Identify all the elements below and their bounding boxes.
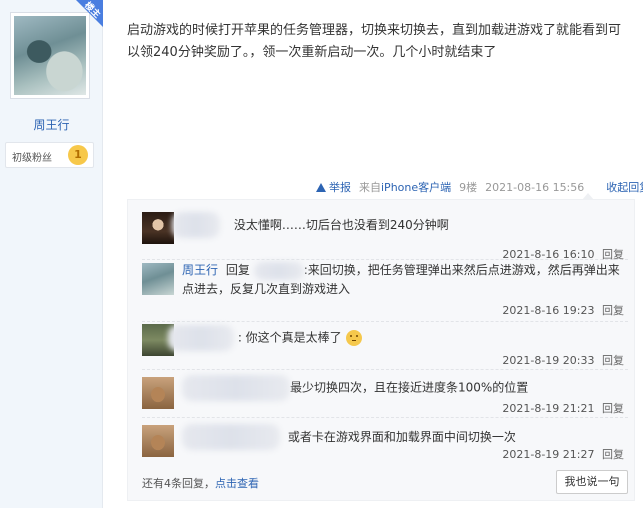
reply-body: 没太懂啊……切后台也没看到240分钟啊 [172, 212, 630, 238]
redacted-username [172, 212, 220, 238]
reply-item: 或者卡在游戏界面和加载界面中间切换一次 2021-8-19 21:27 回复 [142, 418, 628, 464]
reply-item: : 你这个真是太棒了 2021-8-19 20:33 回复 [142, 322, 628, 370]
author-sidebar: 楼主 周王行 初级粉丝 1 [0, 0, 103, 508]
reply-to-label: 回复 [225, 263, 250, 277]
smile-emoji-icon [345, 330, 362, 346]
reply-avatar[interactable] [142, 212, 174, 244]
author-level[interactable]: 初级粉丝 1 [5, 142, 94, 168]
more-replies: 还有4条回复，点击查看 [142, 475, 259, 491]
author-name[interactable]: 周王行 [0, 116, 103, 133]
reply-text: 或者卡在游戏界面和加载界面中间切换一次 [287, 429, 516, 444]
reply-body: : 你这个真是太棒了 [168, 325, 630, 351]
report-label: 举报 [329, 181, 351, 194]
redacted-username [182, 424, 280, 450]
redacted-username [168, 325, 234, 351]
reply-list: 没太懂啊……切后台也没看到240分钟啊 2021-8-16 16:10 回复 周… [127, 193, 635, 501]
reply-button[interactable]: 回复 [602, 448, 624, 461]
more-replies-count: 还有4条回复， [142, 477, 215, 490]
reply-time: 2021-8-19 21:27 [502, 448, 595, 461]
reply-button[interactable]: 回复 [602, 402, 624, 415]
collapse-reply-link[interactable]: 收起回复 [606, 179, 643, 195]
reply-username[interactable]: 周王行 [182, 263, 218, 277]
reply-footer: 2021-8-19 20:33 回复 [502, 352, 624, 368]
reply-item: 周王行 回复 :来回切换，把任务管理弹出来然后点进游戏，然后再弹出来点进去，反复… [142, 260, 628, 322]
reply-button[interactable]: 回复 [602, 354, 624, 367]
post-time: 2021-08-16 15:56 [485, 180, 585, 194]
source-prefix: 来自 [359, 181, 381, 194]
reply-body: 周王行 回复 :来回切换，把任务管理弹出来然后点进游戏，然后再弹出来点进去，反复… [182, 261, 630, 299]
report-link[interactable]: 举报 [316, 179, 351, 195]
reply-footer: 2021-8-19 21:21 回复 [502, 400, 624, 416]
reply-text: 没太懂啊……切后台也没看到240分钟啊 [233, 217, 449, 232]
view-more-link[interactable]: 点击查看 [215, 477, 259, 490]
reply-text: : 你这个真是太棒了 [237, 330, 342, 345]
reply-text: 最少切换四次，且在接近进度条100%的位置 [290, 380, 529, 395]
reply-item: 没太懂啊……切后台也没看到240分钟啊 2021-8-16 16:10 回复 [142, 212, 630, 261]
op-badge-label: 楼主 [82, 0, 102, 21]
reply-footer: 2021-8-16 19:23 回复 [502, 302, 624, 318]
warning-icon [316, 182, 326, 192]
add-comment-button[interactable]: 我也说一句 [556, 470, 628, 494]
reply-button[interactable]: 回复 [602, 304, 624, 317]
redacted-username [182, 375, 290, 401]
author-avatar-image [14, 16, 86, 95]
level-title: 初级粉丝 [12, 153, 52, 164]
floor-number: 9楼 [459, 181, 478, 194]
reply-footer: 2021-8-19 21:27 回复 [502, 446, 624, 462]
reply-time: 2021-8-19 21:21 [502, 402, 595, 415]
reply-body: 最少切换四次，且在接近进度条100%的位置 [182, 375, 630, 401]
reply-time: 2021-8-19 20:33 [502, 354, 595, 367]
post-content: 启动游戏的时候打开苹果的任务管理器，切换来切换去，直到加载进游戏了就能看到可以领… [127, 23, 622, 60]
reply-avatar[interactable] [142, 377, 174, 409]
source-client-link[interactable]: iPhone客户端 [381, 179, 451, 195]
reply-avatar[interactable] [142, 425, 174, 457]
op-badge: 楼主 [76, 0, 103, 27]
reply-avatar[interactable] [142, 263, 174, 295]
reply-item: 最少切换四次，且在接近进度条100%的位置 2021-8-19 21:21 回复 [142, 370, 628, 418]
level-badge-icon: 1 [68, 145, 88, 165]
redacted-username [253, 261, 304, 280]
reply-time: 2021-8-16 19:23 [502, 304, 595, 317]
